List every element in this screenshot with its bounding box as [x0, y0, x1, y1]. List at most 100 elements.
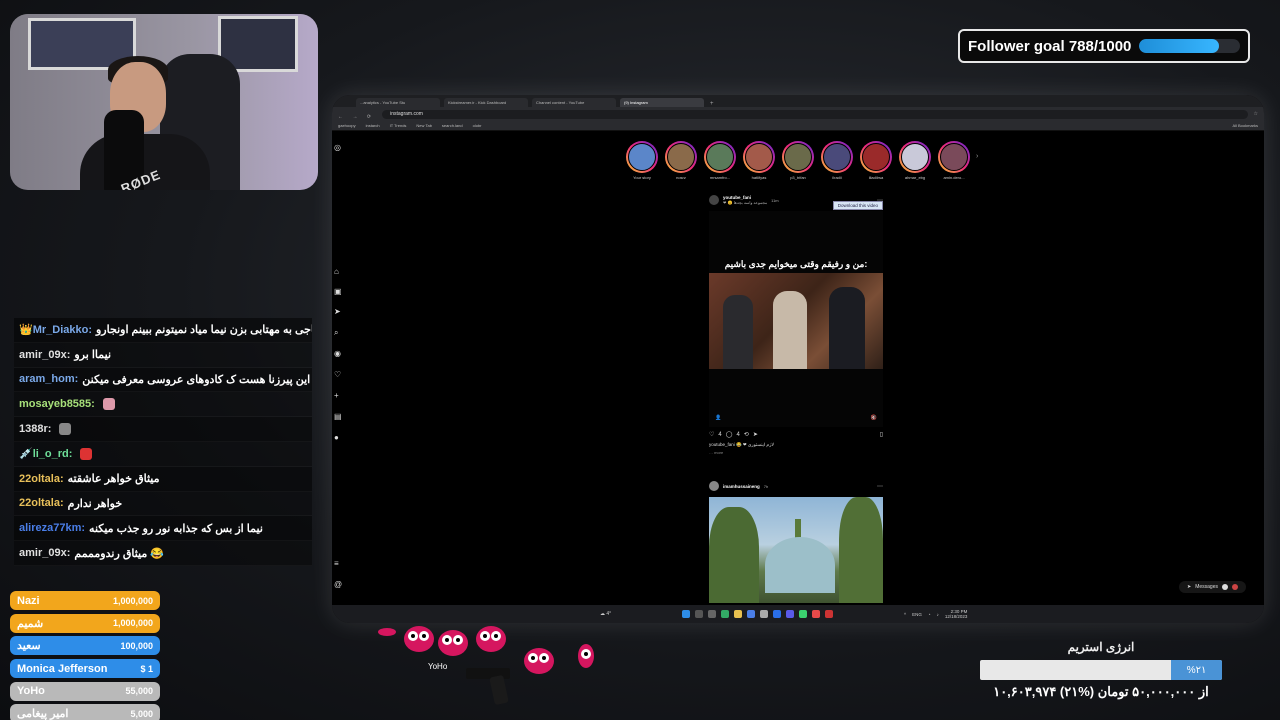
reload-icon[interactable]: ⟳ — [367, 114, 371, 120]
star-icon[interactable]: ☆ — [1254, 111, 1258, 117]
clock[interactable]: 2:30 PM 12/18/2023 — [945, 609, 968, 619]
app-icon[interactable] — [721, 610, 729, 618]
search-icon[interactable]: ⌕ — [334, 328, 338, 338]
more-options-icon[interactable]: ⋯ — [877, 483, 883, 490]
story-avatar — [862, 143, 890, 171]
browser-tab[interactable]: Channel content - YouTube — [532, 98, 616, 107]
chat-message: 👑Mr_Diakko: حاجی به مهتابی بزن نیما میاد … — [14, 318, 312, 343]
reels-icon[interactable]: ▣ — [334, 287, 342, 296]
forward-icon[interactable]: → — [352, 114, 357, 120]
emote-animation: YoHo — [378, 624, 608, 714]
story-item[interactable]: iliadilrsa — [860, 141, 892, 180]
chat-username[interactable]: aram_hom: — [19, 373, 78, 385]
app-icon[interactable] — [760, 610, 768, 618]
story-name: amin.dero... — [943, 175, 965, 180]
chat-username[interactable]: 💉li_o_rd: — [19, 447, 72, 460]
chevron-right-icon[interactable]: › — [976, 153, 978, 160]
save-icon[interactable]: ▯ — [880, 431, 883, 438]
messages-button[interactable]: ➤ Messages — [1179, 581, 1246, 593]
post-photo[interactable] — [709, 497, 883, 603]
repost-icon[interactable]: ⟲ — [744, 431, 749, 438]
story-item[interactable]: p3_trifan — [782, 141, 814, 180]
post-avatar[interactable] — [709, 195, 719, 205]
chat-text: نیما از بس که جذابه نور رو جذب میکنه — [89, 522, 263, 535]
story-item[interactable]: nosrz — [665, 141, 697, 180]
chrome-icon[interactable] — [812, 610, 820, 618]
like-icon[interactable]: ♡ — [709, 431, 714, 438]
story-item[interactable]: ilradii — [821, 141, 853, 180]
instagram-logo-icon[interactable]: ◎ — [334, 143, 341, 152]
chat-username[interactable]: 22oltala: — [19, 497, 64, 509]
bookmark[interactable]: instarch — [366, 123, 380, 128]
pistol-grip — [489, 674, 509, 706]
story-name: ilradii — [832, 175, 842, 180]
chevron-up-icon[interactable]: ^ — [904, 612, 906, 617]
instagram-sidebar: ◎ ⌂ ▣ ➤ ⌕ ◉ ♡ + ▤ ● ≡ @ — [332, 131, 344, 605]
language-indicator[interactable]: ENG — [912, 612, 922, 617]
browser-tab-active[interactable]: (9) Instagram — [620, 98, 704, 107]
search-icon[interactable] — [695, 610, 703, 618]
share-icon[interactable]: ➤ — [753, 431, 758, 438]
story-item[interactable]: mrsamfro... — [704, 141, 736, 180]
download-video-button[interactable]: Download this video — [832, 201, 883, 210]
back-icon[interactable]: ← — [338, 114, 343, 120]
chat-text: حاجی به مهتابی بزن نیما میاد نمیتونم ببی… — [96, 324, 312, 337]
menu-icon[interactable]: ≡ — [334, 559, 339, 568]
browser-tab[interactable]: Kickstreamer.ir - Kick Dashboard — [444, 98, 528, 107]
weather-widget[interactable]: ☁ 4° — [600, 611, 611, 617]
chat-username[interactable]: amir_09x: — [19, 547, 70, 559]
story-item[interactable]: Your story — [626, 141, 658, 180]
chat-username[interactable]: alireza77km: — [19, 522, 85, 534]
chat-username[interactable]: 22oltala: — [19, 473, 64, 485]
create-icon[interactable]: + — [334, 391, 339, 400]
explore-icon[interactable]: ◉ — [334, 349, 341, 358]
chat-message: amir_09x: میثاق رندومممم 😂 — [14, 541, 312, 566]
post-actions: ♡ 4 ◯ 4 ⟲ ➤ ▯ — [709, 431, 883, 439]
bookmark[interactable]: search.land — [442, 123, 463, 128]
tagged-user-icon[interactable]: 👤 — [715, 415, 721, 421]
dashboard-icon[interactable]: ▤ — [334, 412, 342, 421]
post-more-link[interactable]: … more — [709, 450, 883, 455]
emote-face — [578, 644, 594, 668]
threads-icon[interactable]: @ — [334, 580, 342, 589]
chat-emote — [80, 447, 93, 460]
bookmark[interactable]: New Tab — [416, 123, 432, 128]
bookmark[interactable]: gaehoopy — [338, 123, 356, 128]
emote-face — [378, 628, 396, 636]
post-avatar[interactable] — [709, 481, 719, 491]
spotify-icon[interactable] — [799, 610, 807, 618]
folder-icon[interactable] — [734, 610, 742, 618]
profile-icon[interactable]: ● — [334, 433, 339, 442]
app-icon[interactable] — [825, 610, 833, 618]
notifications-icon[interactable]: ♡ — [334, 370, 341, 379]
wifi-icon[interactable]: ◔ — [928, 612, 931, 617]
direct-icon[interactable]: ➤ — [334, 307, 341, 316]
chat-username[interactable]: mosayeb8585: — [19, 398, 95, 410]
volume-icon[interactable]: ♪ — [937, 612, 939, 617]
start-icon[interactable] — [682, 610, 690, 618]
app-icon[interactable] — [773, 610, 781, 618]
all-bookmarks[interactable]: All Bookmarks — [1232, 123, 1258, 128]
story-item[interactable]: ahmar_ebg — [899, 141, 931, 180]
chat-text: خواهر ندارم — [67, 497, 123, 510]
chat-message: 22oltala: میثاق خواهر عاشقته — [14, 466, 312, 492]
task-view-icon[interactable] — [708, 610, 716, 618]
new-tab-icon[interactable]: + — [710, 101, 714, 107]
mute-icon[interactable]: 🔇 — [871, 415, 877, 421]
post-username[interactable]: imamhussaineng — [723, 484, 760, 489]
chat-username[interactable]: 1388r: — [19, 423, 51, 435]
browser-window[interactable]: ...analytics - YouTube Stu Kickstreamer.… — [332, 95, 1264, 623]
app-icon[interactable] — [747, 610, 755, 618]
post-video[interactable]: من و رفیقم وقتی میخوایم جدی باشیم: 👤 🔇 — [709, 211, 883, 427]
chat-username[interactable]: amir_09x: — [19, 349, 70, 361]
comment-icon[interactable]: ◯ — [726, 431, 733, 438]
url-input[interactable]: instagram.com — [382, 109, 1248, 119]
post-caption: youtube_fani 😂 ❤ لازم اینستوری — [709, 442, 774, 447]
chat-username[interactable]: 👑Mr_Diakko: — [19, 323, 92, 336]
bookmark[interactable]: IT Trends — [390, 123, 407, 128]
home-icon[interactable]: ⌂ — [334, 267, 339, 276]
app-icon[interactable] — [786, 610, 794, 618]
story-item[interactable]: amin.dero... — [938, 141, 970, 180]
bookmark[interactable]: olobr — [473, 123, 482, 128]
story-item[interactable]: hatlifyas — [743, 141, 775, 180]
